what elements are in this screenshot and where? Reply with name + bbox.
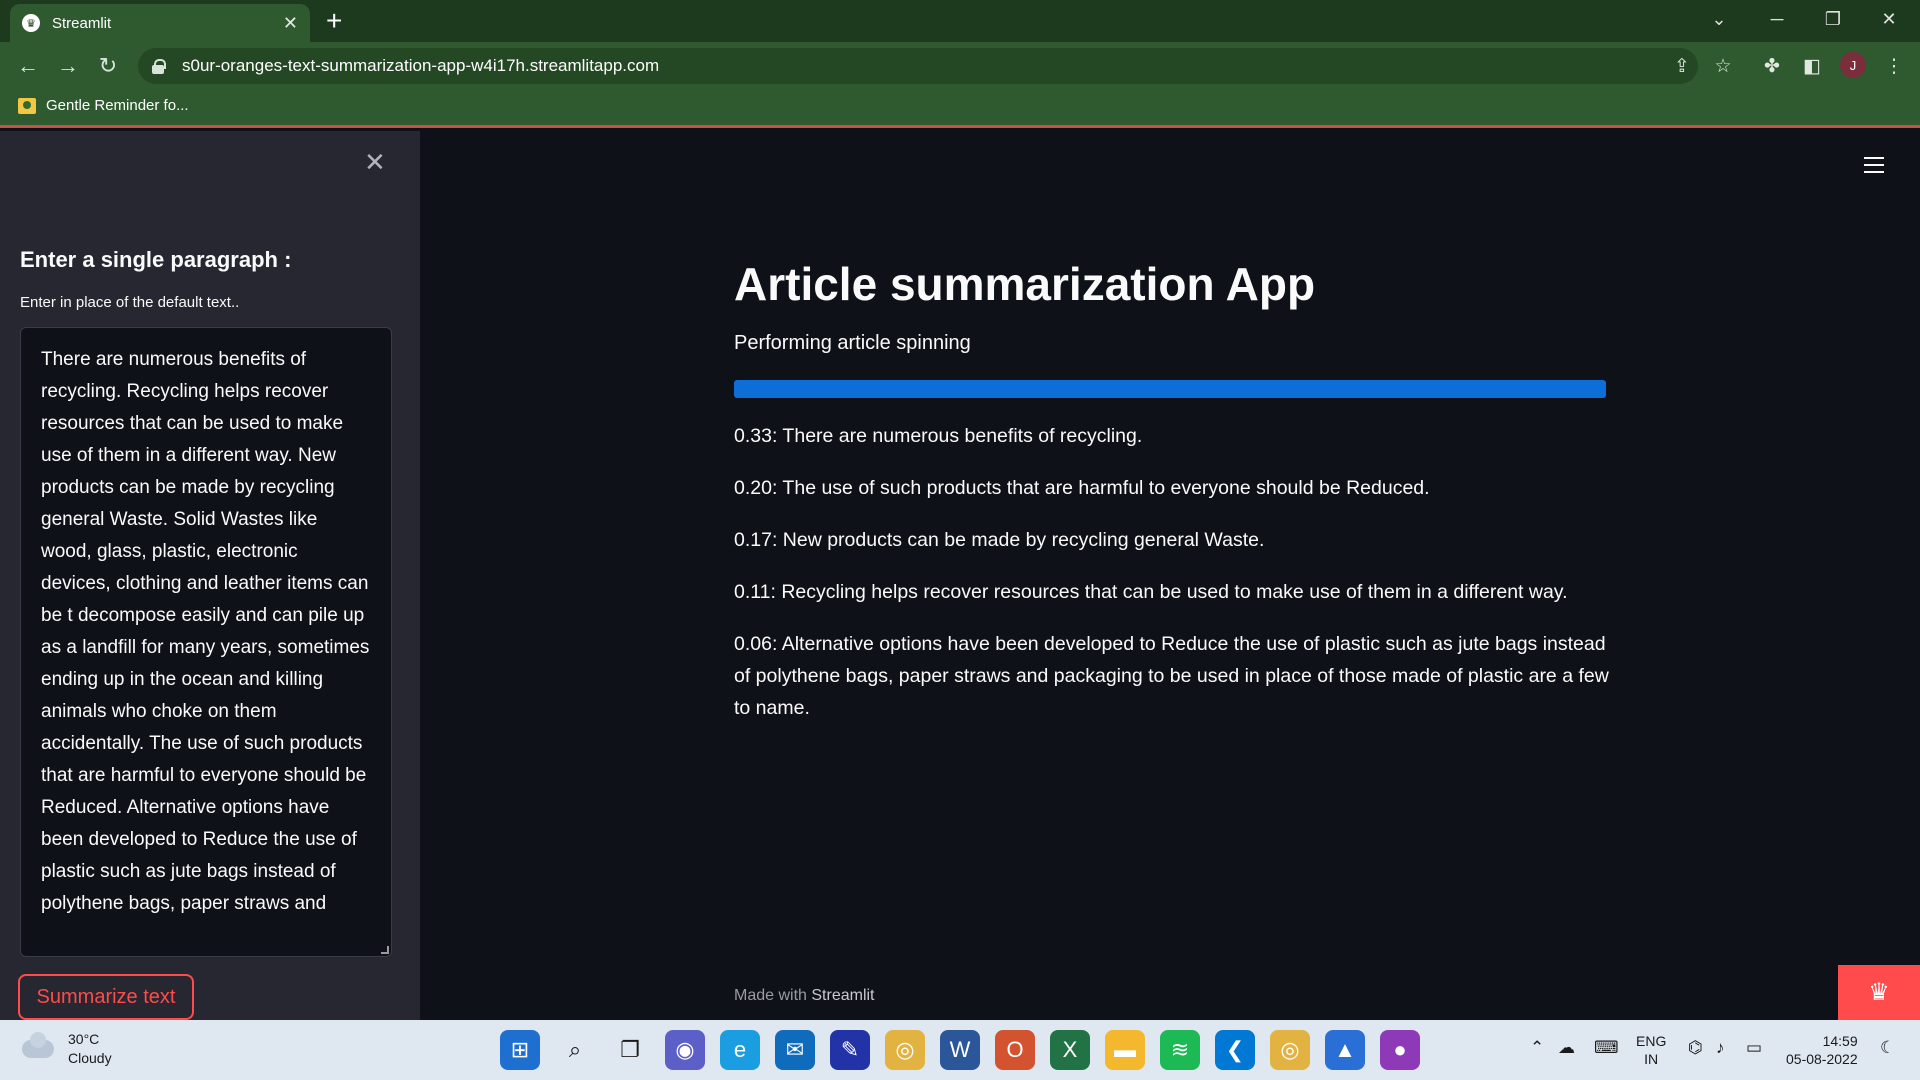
footer-prefix: Made with — [734, 987, 807, 1004]
mail-icon[interactable]: ✉ — [775, 1030, 815, 1070]
notification-moon-icon[interactable]: ☾ — [1880, 1038, 1895, 1058]
tab-title: Streamlit — [52, 14, 112, 32]
region-code: IN — [1644, 1051, 1659, 1067]
streamlit-badge-crown-icon[interactable]: ♛ — [1838, 965, 1920, 1020]
bookmarks-bar: Gentle Reminder fo... — [0, 90, 1920, 128]
resize-handle[interactable] — [381, 946, 389, 954]
lang-code: ENG — [1636, 1033, 1667, 1049]
weather-widget[interactable]: 30°C Cloudy — [22, 1030, 112, 1068]
progress-bar — [734, 380, 1606, 398]
chrome-profile-icon[interactable]: ◎ — [1270, 1030, 1310, 1070]
streamlit-crown-icon: ♛ — [22, 14, 40, 32]
close-tab-icon[interactable]: ✕ — [283, 13, 298, 34]
spotify-icon[interactable]: ≋ — [1160, 1030, 1200, 1070]
page-title: Article summarization App — [734, 258, 1316, 310]
forward-icon[interactable]: → — [50, 48, 86, 84]
result-line: 0.06: Alternative options have been deve… — [734, 633, 1609, 719]
main-content: Article summarization App Performing art… — [420, 131, 1920, 1020]
profile-avatar[interactable]: J — [1840, 52, 1866, 78]
cloud-icon — [22, 1032, 54, 1058]
footer: Made with Streamlit — [734, 987, 875, 1005]
bookmark-star-icon[interactable]: ☆ — [1709, 52, 1737, 80]
browser-tab-strip: ♛ Streamlit ✕ + ⌄ ─ ❐ ✕ — [0, 0, 1920, 42]
close-window-icon[interactable]: ✕ — [1866, 0, 1912, 38]
edge-icon[interactable]: e — [720, 1030, 760, 1070]
sidebar: ✕ Enter a single paragraph : Enter in pl… — [0, 131, 420, 1020]
teams-chat-icon[interactable]: ◉ — [665, 1030, 705, 1070]
temperature: 30°C — [68, 1031, 100, 1047]
result-line: 0.17: New products can be made by recycl… — [734, 529, 1265, 551]
taskbar: 30°C Cloudy ⊞ ⌕ ❐ ◉ e ✉ ✎ ◎ W O X ▬ ≋ ❮ … — [0, 1020, 1920, 1080]
sidebar-hint: Enter in place of the default text.. — [20, 294, 240, 311]
footer-streamlit-link[interactable]: Streamlit — [811, 987, 874, 1004]
browser-toolbar: ← → ↻ s0ur-oranges-text-summarization-ap… — [0, 42, 1920, 90]
summary-results: 0.33: There are numerous benefits of rec… — [734, 420, 1614, 744]
paragraph-input[interactable]: There are numerous benefits of recycling… — [20, 327, 392, 957]
volume-icon[interactable]: ♪ — [1716, 1038, 1725, 1058]
taskbar-apps: ⊞ ⌕ ❐ ◉ e ✉ ✎ ◎ W O X ▬ ≋ ❮ ◎ ▲ ● — [500, 1030, 1435, 1070]
result-line: 0.11: Recycling helps recover resources … — [734, 581, 1568, 603]
task-view-icon[interactable]: ❐ — [610, 1030, 650, 1070]
address-bar[interactable]: s0ur-oranges-text-summarization-app-w4i1… — [138, 48, 1698, 84]
more-menu-icon[interactable]: ⋮ — [1880, 52, 1908, 80]
file-explorer-icon[interactable]: ▬ — [1105, 1030, 1145, 1070]
hamburger-menu-icon[interactable] — [1864, 157, 1884, 173]
onedrive-icon[interactable]: ☁ — [1558, 1038, 1575, 1058]
back-icon[interactable]: ← — [10, 48, 46, 84]
language-indicator[interactable]: ENG IN — [1636, 1032, 1666, 1068]
windows-start-icon[interactable]: ⊞ — [500, 1030, 540, 1070]
keyboard-icon[interactable]: ⌨ — [1594, 1038, 1619, 1058]
chrome-icon[interactable]: ◎ — [885, 1030, 925, 1070]
wifi-icon[interactable]: ⌬ — [1688, 1038, 1703, 1058]
show-hidden-icons-icon[interactable]: ⌃ — [1530, 1038, 1544, 1058]
word-icon[interactable]: W — [940, 1030, 980, 1070]
vscode-icon[interactable]: ❮ — [1215, 1030, 1255, 1070]
reload-icon[interactable]: ↻ — [90, 48, 126, 84]
lock-icon — [152, 59, 166, 74]
bookmark-item[interactable]: Gentle Reminder fo... — [18, 97, 189, 114]
photos-icon[interactable]: ▲ — [1325, 1030, 1365, 1070]
result-line: 0.20: The use of such products that are … — [734, 477, 1430, 499]
url-text: s0ur-oranges-text-summarization-app-w4i1… — [182, 56, 660, 75]
new-tab-icon[interactable]: + — [326, 6, 342, 36]
office-icon[interactable]: O — [995, 1030, 1035, 1070]
close-sidebar-icon[interactable]: ✕ — [364, 147, 386, 178]
result-line: 0.33: There are numerous benefits of rec… — [734, 425, 1143, 447]
weather-condition: Cloudy — [68, 1050, 112, 1066]
browser-tab[interactable]: ♛ Streamlit ✕ — [10, 4, 310, 42]
battery-icon[interactable]: ▭ — [1746, 1038, 1762, 1058]
minimize-icon[interactable]: ─ — [1754, 0, 1800, 38]
paragraph-text: There are numerous benefits of recycling… — [41, 349, 370, 914]
extensions-puzzle-icon[interactable]: ✤ — [1758, 52, 1786, 80]
github-icon[interactable]: ● — [1380, 1030, 1420, 1070]
search-icon[interactable]: ⌕ — [555, 1030, 595, 1070]
excel-icon[interactable]: X — [1050, 1030, 1090, 1070]
side-panel-icon[interactable]: ◧ — [1798, 52, 1826, 80]
clock[interactable]: 14:59 05-08-2022 — [1786, 1032, 1858, 1068]
bookmark-label: Gentle Reminder fo... — [46, 97, 189, 114]
whiteboard-icon[interactable]: ✎ — [830, 1030, 870, 1070]
summarize-button[interactable]: Summarize text — [18, 974, 194, 1020]
classroom-icon — [18, 97, 36, 114]
progress-fill — [734, 380, 1606, 398]
date: 05-08-2022 — [1786, 1051, 1858, 1067]
sidebar-title: Enter a single paragraph : — [20, 247, 292, 272]
restore-icon[interactable]: ❐ — [1810, 0, 1856, 38]
tab-search-chevron-icon[interactable]: ⌄ — [1696, 0, 1742, 38]
share-icon[interactable]: ⇪ — [1668, 52, 1696, 80]
time: 14:59 — [1822, 1033, 1858, 1049]
status-text: Performing article spinning — [734, 332, 971, 354]
